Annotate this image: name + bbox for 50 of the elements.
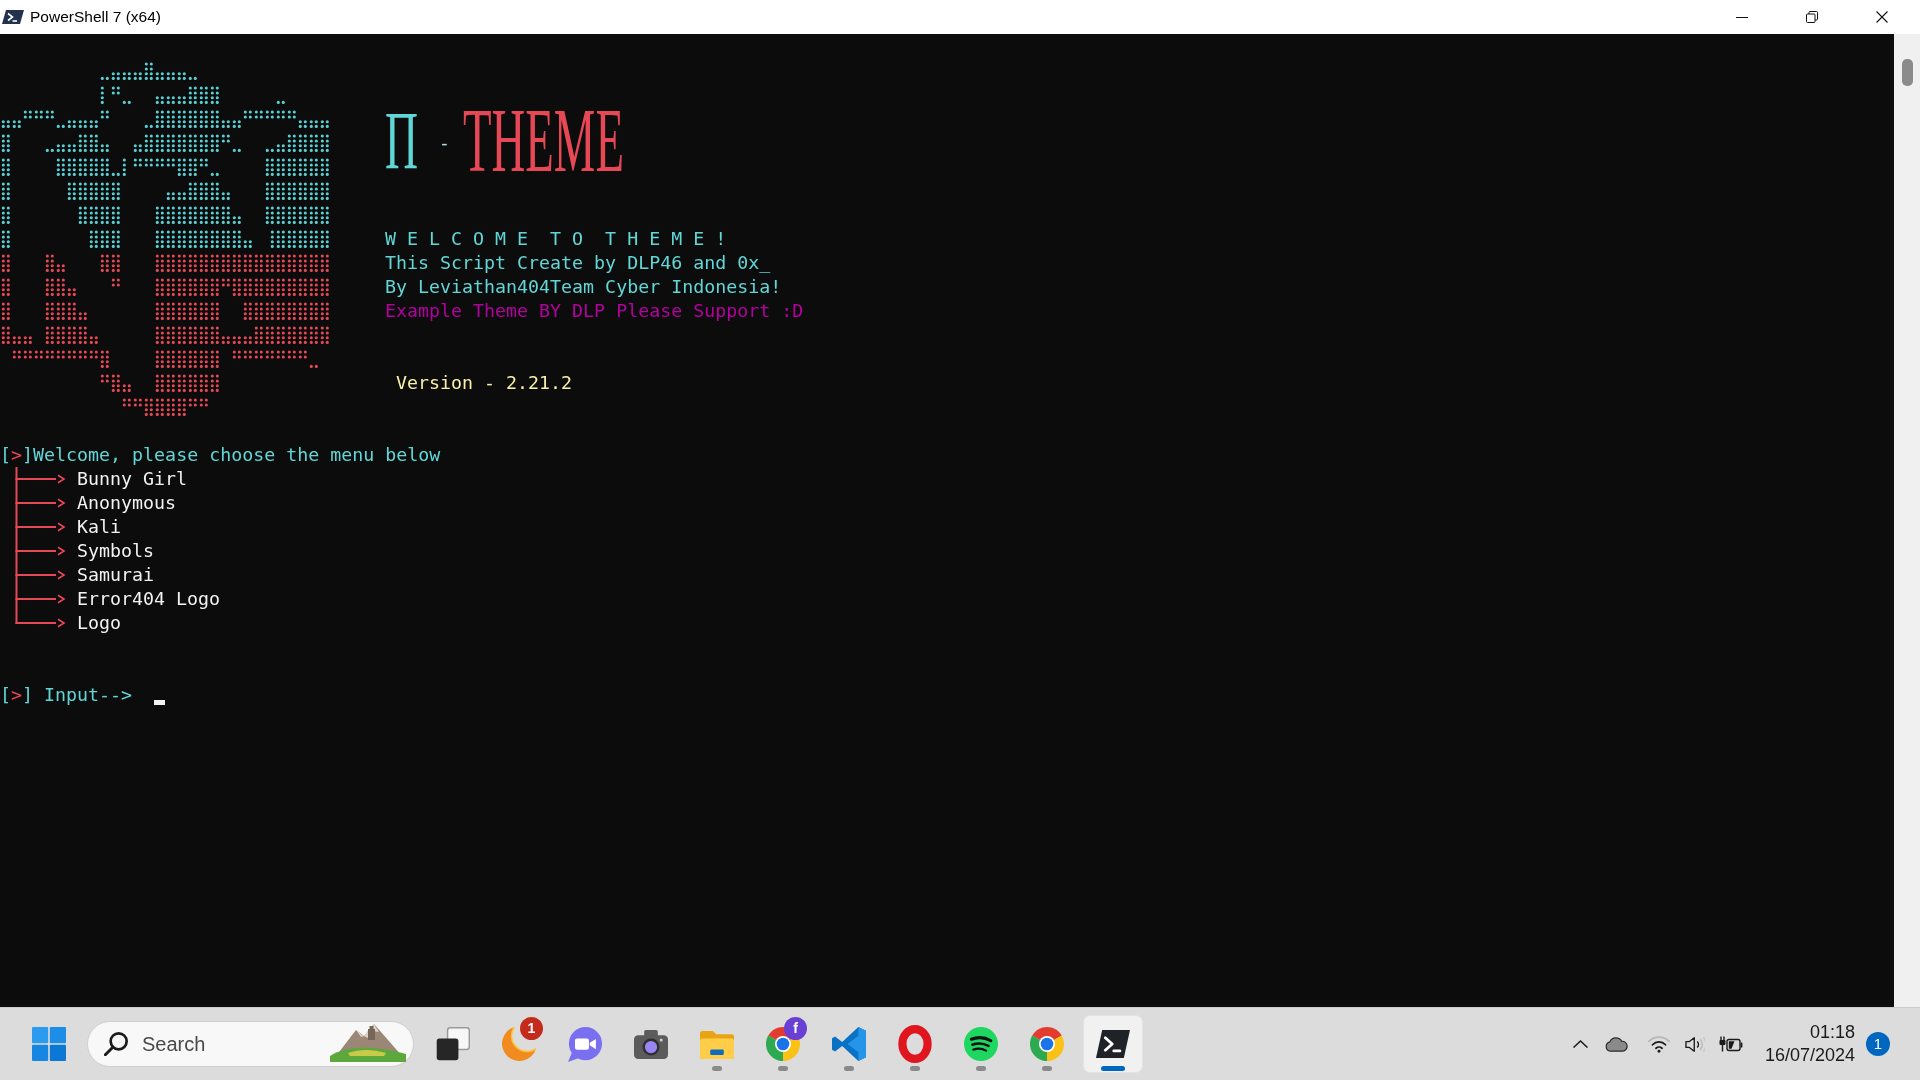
- browser-icon: [1030, 1027, 1064, 1061]
- close-icon: [1876, 11, 1888, 23]
- window-title: PowerShell 7 (x64): [30, 7, 161, 28]
- taskbar-app-button[interactable]: [1084, 1016, 1142, 1072]
- menu-option-text: Error404 Logo: [77, 587, 221, 611]
- landscape-icon: [330, 1024, 406, 1062]
- menu-option-text: Kali: [77, 515, 122, 539]
- notification-badge: f: [784, 1017, 807, 1040]
- version-text: Version - 2.21.2: [396, 371, 573, 395]
- prompt-marker: [>]: [0, 443, 34, 467]
- input-prompt: Input-->: [44, 683, 133, 707]
- terminal-prompt-icon: [1096, 1030, 1130, 1058]
- taskbar-app-button[interactable]: 1: [490, 1016, 548, 1072]
- banner-text: Example Theme BY DLP Please Support :D: [385, 299, 804, 323]
- clock-date[interactable]: 16/07/2024: [1759, 1044, 1855, 1067]
- video-chat-icon: [568, 1026, 602, 1062]
- folder-icon: [700, 1028, 734, 1060]
- menu-option-text: Anonymous: [77, 491, 177, 515]
- start-icon: [32, 1027, 66, 1061]
- notification-badge: 1: [520, 1017, 543, 1040]
- menu-option-text: Symbols: [77, 539, 155, 563]
- notification-count[interactable]: 1: [1866, 1032, 1890, 1056]
- menu-option-text: Samurai: [77, 563, 155, 587]
- taskbar-app-button[interactable]: f: [754, 1016, 812, 1072]
- search-icon: [104, 1032, 128, 1056]
- wifi-icon: [1648, 1035, 1670, 1053]
- banner-text: W E L C O M E T O T H E M E !: [385, 227, 727, 251]
- prompt-marker: [>]: [0, 683, 34, 707]
- battery-plug-icon: [1719, 1036, 1743, 1052]
- restore-icon: [1806, 11, 1818, 23]
- chevron-up-icon: [1572, 1040, 1588, 1048]
- code-editor-icon: [832, 1027, 866, 1061]
- ring-logo-icon: [898, 1025, 932, 1063]
- title-separator: -: [439, 131, 450, 155]
- cloud-icon: [1604, 1036, 1628, 1052]
- task-view-icon: [436, 1027, 470, 1061]
- minimize-icon: [1736, 16, 1748, 18]
- banner-text: By Leviathan404Team Cyber Indonesia!: [385, 275, 782, 299]
- text-cursor[interactable]: [154, 700, 166, 705]
- scrollbar-thumb[interactable]: [1902, 59, 1913, 86]
- camera-icon: [634, 1028, 668, 1060]
- title-word: THEME: [463, 108, 624, 173]
- menu-option-text: Bunny Girl: [77, 467, 188, 491]
- clock-time[interactable]: 01:18: [1759, 1021, 1855, 1044]
- speaker-icon: [1685, 1035, 1705, 1053]
- menu-heading: Welcome, please choose the menu below: [33, 443, 441, 467]
- music-app-icon: [964, 1027, 998, 1061]
- title-letter: Π: [385, 112, 418, 170]
- menu-option-text: Logo: [77, 611, 122, 635]
- banner-text: This Script Create by DLP46 and 0x_: [385, 251, 771, 275]
